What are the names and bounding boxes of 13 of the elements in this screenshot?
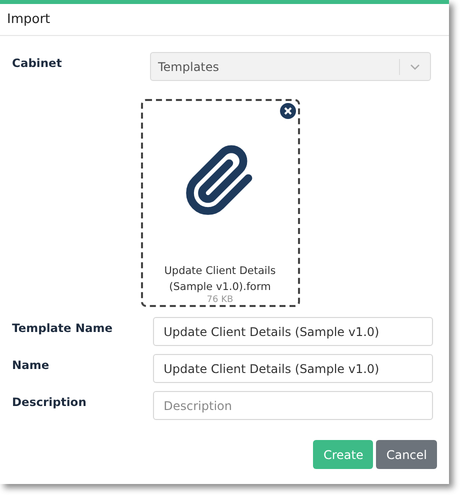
text-field[interactable]: Update Client Details (Sample v1.0) <box>152 354 433 383</box>
file-drop-zone[interactable]: Update Client Details (Sample v1.0).form 76 KB <box>140 99 300 307</box>
file-name: Update Client Details (Sample v1.0).form <box>163 264 277 295</box>
text-field[interactable]: Description <box>152 391 433 420</box>
text-field[interactable]: Update Client Details (Sample v1.0) <box>152 317 433 346</box>
field-label: Cabinet <box>12 55 63 70</box>
dialog-title: Import <box>7 12 50 27</box>
field-label: Name <box>12 357 50 372</box>
field-label: Description <box>12 394 88 409</box>
field-label: Template Name <box>12 320 114 335</box>
file-size: 76 KB <box>206 295 234 305</box>
close-icon[interactable] <box>280 103 296 119</box>
cancel-button[interactable]: Cancel <box>376 440 437 469</box>
